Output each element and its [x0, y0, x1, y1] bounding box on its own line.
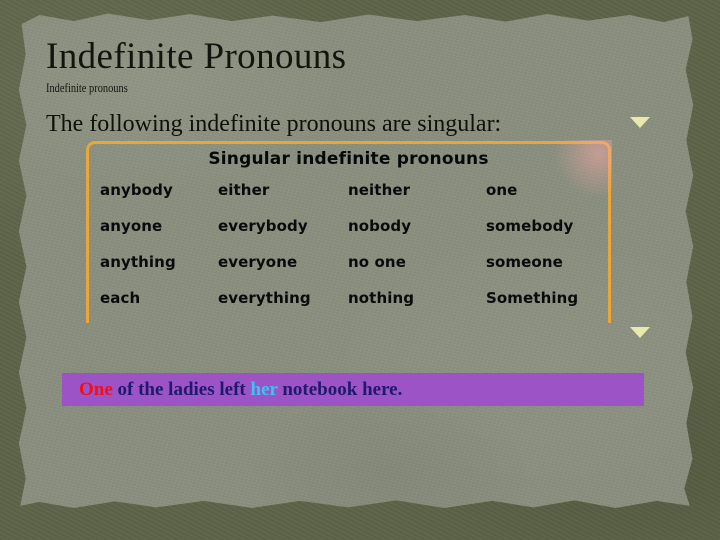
- table-header: Singular indefinite pronouns: [208, 149, 489, 169]
- example-word: One: [79, 378, 113, 400]
- slide-subtitle: Indefinite pronouns: [46, 80, 128, 95]
- example-word: notebook here.: [277, 378, 403, 400]
- slide-title: Indefinite Pronouns: [46, 36, 347, 77]
- example-sentence-text: One of the ladies left her notebook here…: [62, 378, 402, 402]
- table-cell: nobody: [348, 217, 412, 235]
- table-cell: everybody: [218, 217, 308, 235]
- pronoun-table: anybody either neither one anyone everybody no…: [86, 180, 611, 324]
- slide-content: Indefinite Pronouns Indefinite pronouns …: [0, 0, 720, 540]
- example-word: of the ladies left: [112, 378, 251, 400]
- table-cell: neither: [348, 181, 411, 199]
- table-cell: nothing: [348, 289, 415, 307]
- table-cell: everything: [218, 289, 311, 307]
- slide: Indefinite Pronouns Indefinite pronouns …: [0, 0, 720, 540]
- table-cell: everyone: [218, 253, 298, 271]
- example-sentence-bar: One of the ladies left her notebook here…: [62, 373, 644, 406]
- table-cell: one: [486, 181, 518, 199]
- triangle-down-icon-bottom: [630, 327, 650, 338]
- table-row: each everything nothing Something: [86, 288, 611, 324]
- table-cell: anyone: [100, 217, 163, 235]
- table-cell: Something: [486, 289, 579, 307]
- table-cell: someone: [486, 253, 563, 271]
- table-row: anybody either neither one: [86, 180, 611, 216]
- table-row: anyone everybody nobody somebody: [86, 216, 611, 252]
- table-cell: anybody: [100, 181, 173, 199]
- table-row: anything everyone no one someone: [86, 252, 611, 288]
- table-cell: no one: [348, 253, 406, 271]
- triangle-down-icon-top: [630, 117, 650, 128]
- table-cell: each: [100, 289, 141, 307]
- table-cell: somebody: [486, 217, 574, 235]
- table-cell: anything: [100, 253, 176, 271]
- example-word: her: [250, 378, 278, 400]
- lead-text: The following indefinite pronouns are si…: [46, 111, 502, 137]
- table-cell: either: [218, 181, 270, 199]
